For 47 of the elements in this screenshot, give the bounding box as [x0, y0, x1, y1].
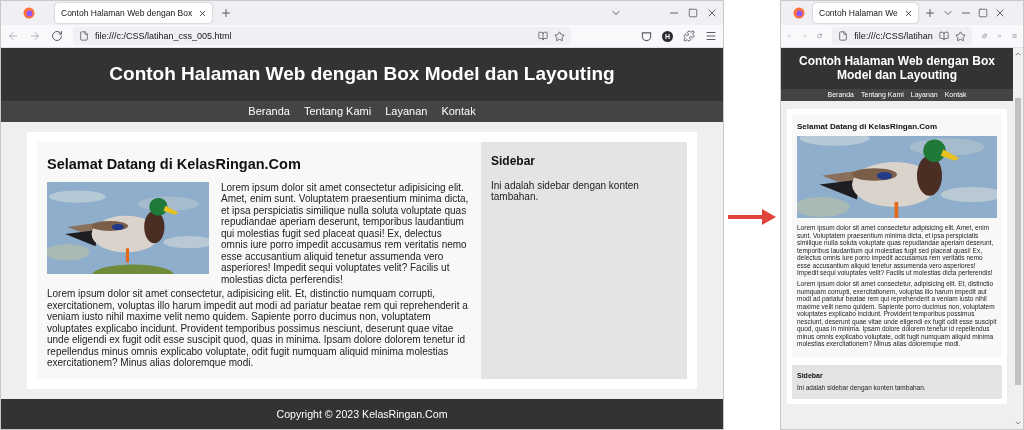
close-icon[interactable] — [198, 8, 208, 18]
nav-link[interactable]: Layanan — [385, 104, 428, 118]
file-icon — [838, 31, 849, 41]
maximize-icon[interactable] — [977, 8, 988, 18]
nav-link[interactable]: Tentang Kami — [303, 104, 372, 118]
sidebar-heading: Sidebar — [491, 154, 536, 168]
extensions-icon[interactable] — [981, 30, 987, 42]
footer-text: Copyright © 2023 KelasRingan.Com — [276, 408, 448, 420]
new-tab-icon[interactable] — [923, 7, 936, 19]
browser-tab[interactable]: Contoh Halaman We — [813, 3, 918, 23]
reader-view-icon[interactable] — [538, 31, 548, 41]
star-icon[interactable] — [954, 30, 966, 42]
maximize-icon[interactable] — [688, 8, 698, 18]
scroll-thumb[interactable] — [1015, 98, 1021, 385]
tab-title: Contoh Halaman We — [819, 8, 898, 18]
browser-tab[interactable]: Contoh Halaman Web dengan Box — [55, 3, 213, 23]
scroll-down-icon[interactable] — [1014, 419, 1022, 427]
url-text: file:///c:/CSS/latihan — [854, 31, 933, 41]
reload-icon[interactable] — [51, 30, 63, 42]
nav-link[interactable]: Kontak — [441, 104, 476, 118]
close-icon[interactable] — [706, 7, 718, 19]
new-tab-icon[interactable] — [220, 7, 233, 19]
extensions-icon[interactable] — [683, 30, 695, 42]
paragraph: Lorem ipsum dolor sit amet consectetur, adipisicing elit. Et, distinctio numquam corrupti, exercitationem, voluptas illo harum impedit aut modi ad pariatur beatae rem qui reprehenderit a veniam iusto nihil maxime velit nemo quidem. Sapiente porro ducimus non, voluptatem voluptates explicabo incidunt. Provident temporibus possimus nesciunt, deserunt quae vitae unde eligendi ex fugit odit esse suscipit quod, quas in minima. Ipsam dolore dolorem tenetur id repellendus minus omnis explicabo voluptate, odit fugit numquam aliquid minima molestias exercitationem? Minus alias doloremque modi. — [47, 288, 469, 369]
reader-view-icon[interactable] — [938, 31, 949, 41]
address-bar[interactable]: file:///c:/CSS/latihan_css_005.html — [73, 27, 571, 45]
browser-logo-icon — [23, 7, 35, 19]
page-title: Contoh Halaman Web dengan Box Model dan Layouting — [798, 54, 996, 83]
back-icon[interactable] — [7, 30, 19, 42]
arrow-icon — [728, 208, 776, 226]
scrollbar[interactable] — [1013, 48, 1023, 429]
content-heading: Selamat Datang di KelasRingan.Com — [797, 122, 939, 132]
nav-link[interactable]: Beranda — [248, 104, 290, 118]
shield-icon[interactable] — [641, 30, 652, 42]
star-icon[interactable] — [554, 30, 565, 42]
scroll-up-icon[interactable] — [1014, 50, 1022, 58]
browser-logo-icon — [793, 7, 805, 19]
menu-icon[interactable] — [705, 30, 717, 42]
address-bar[interactable]: file:///c:/CSS/latihan — [832, 27, 972, 45]
file-icon — [79, 31, 89, 41]
close-icon[interactable] — [903, 8, 913, 18]
content-heading: Selamat Datang di KelasRingan.Com — [47, 156, 302, 172]
paragraph: Lorem ipsum dolor sit amet consectetur adipisicing elit. Amet, enim sunt. Voluptatem praesentium minima dicta, et ipsa perspiciatis similique nulla soluta voluptate quas repudiandae aperiam deserunt, temporibus laudantium qui molestias fugit sed placeat quasi! Ex, delectus omnis iure porro impedit accusamus rem veritatis nemo esse accusantium aliquid tenetur assumenda vero asperiores! Impedit sequi voluptates velit? Facilis ut molestias dicta perferendis! — [221, 182, 470, 286]
sidebar-text: Ini adalah sidebar dengan konten tambahan. — [491, 180, 640, 202]
page-title: Contoh Halaman Web dengan Box Model dan Layouting — [108, 63, 616, 86]
tab-title: Contoh Halaman Web dengan Box — [61, 8, 193, 18]
url-text: file:///c:/CSS/latihan_css_005.html — [95, 31, 232, 41]
